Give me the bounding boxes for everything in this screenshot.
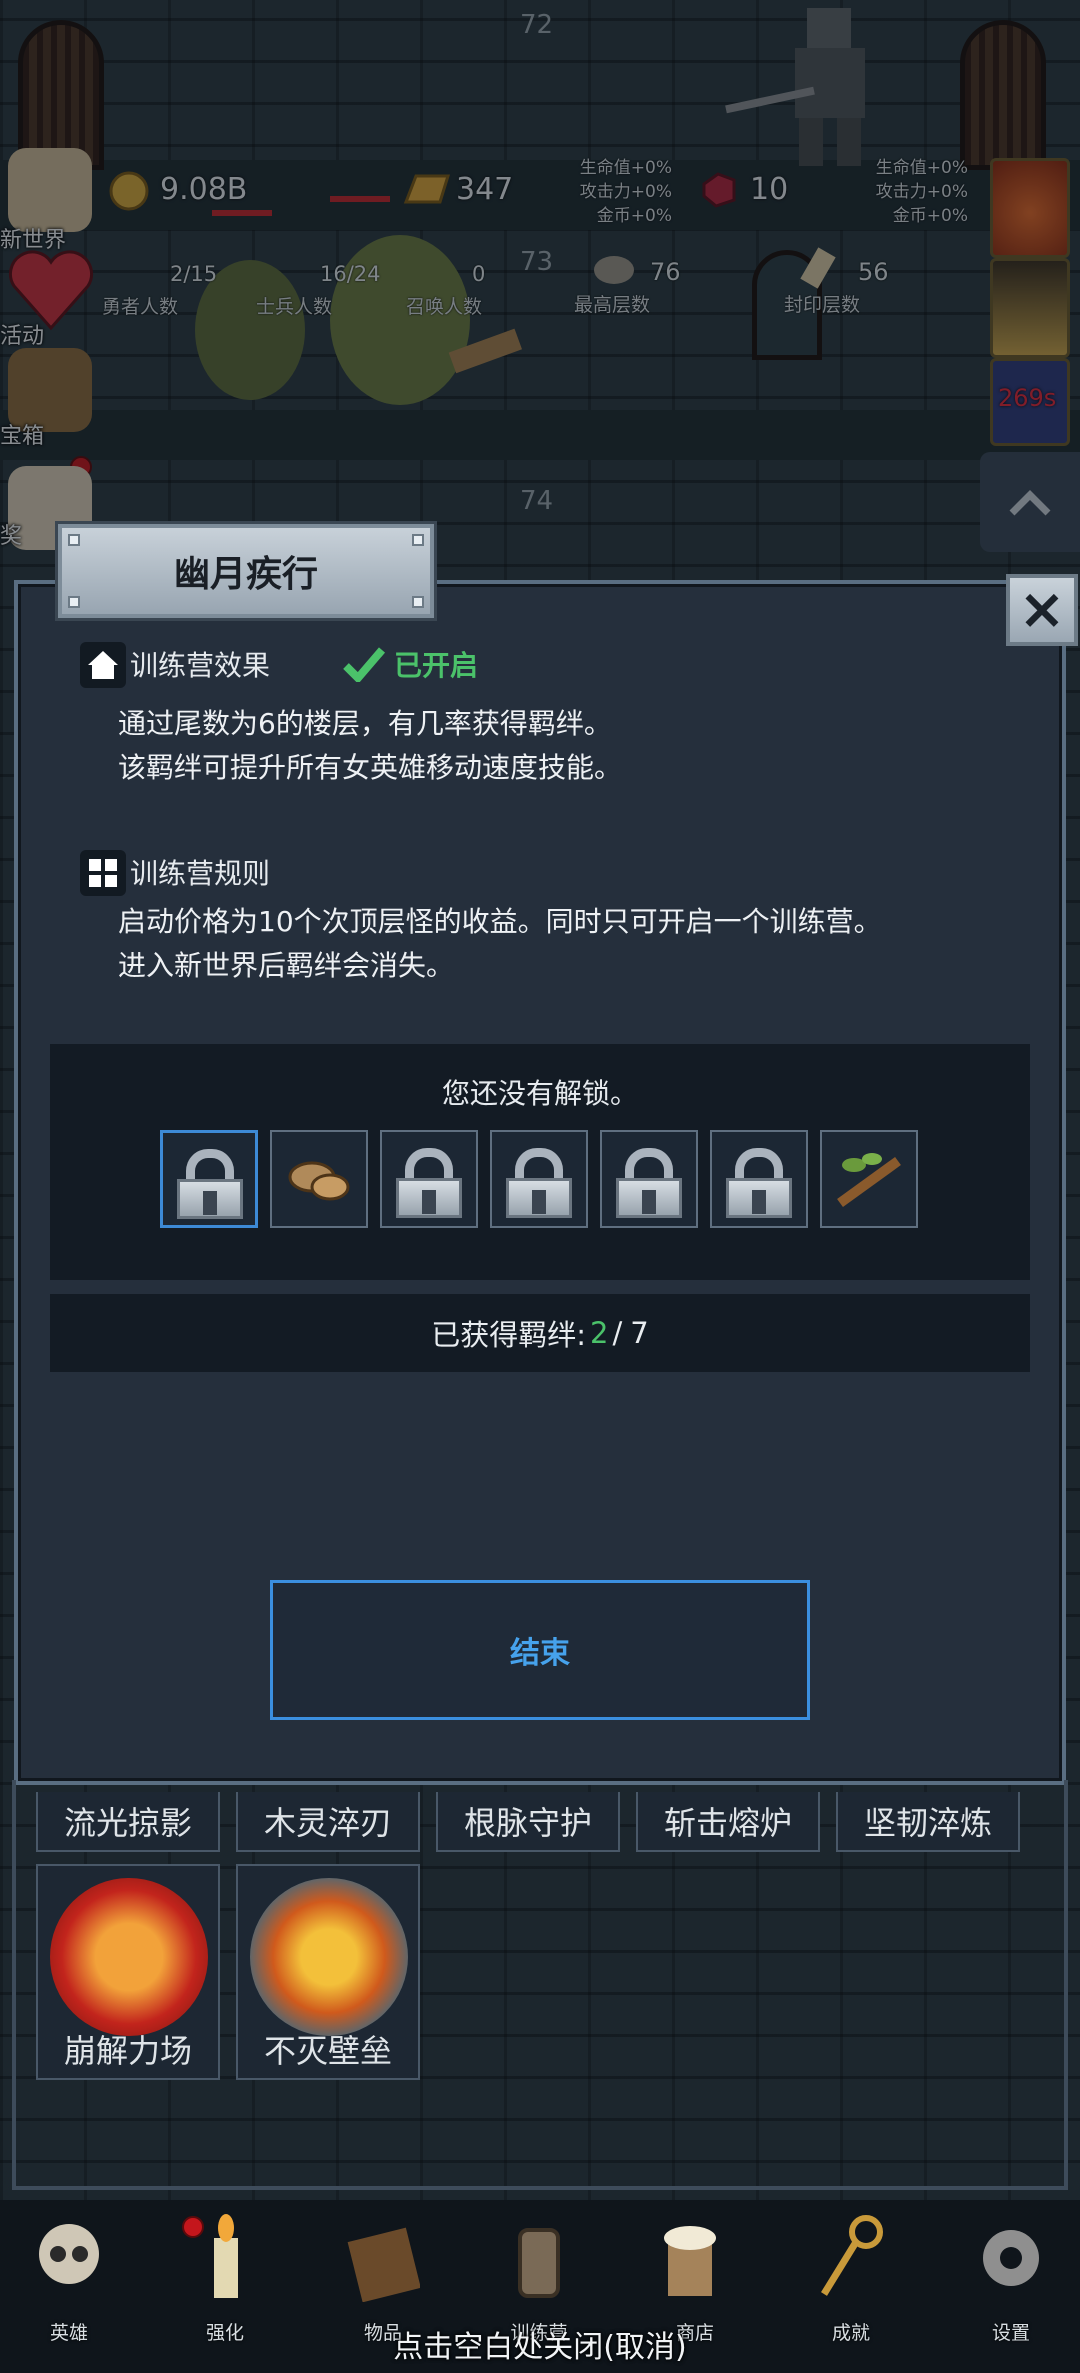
dialog-title: 幽月疾行 bbox=[173, 554, 318, 595]
mug-icon bbox=[664, 2226, 716, 2296]
lock-keyhole bbox=[752, 1190, 766, 1214]
bond-slot-branch[interactable] bbox=[820, 1130, 918, 1228]
checkmark-icon bbox=[343, 647, 386, 682]
bond-slot-locked[interactable] bbox=[380, 1130, 478, 1228]
nav-items[interactable]: 物品 bbox=[328, 2214, 438, 2344]
house-icon bbox=[80, 642, 126, 688]
skill-card-name: 崩解力场 bbox=[63, 2032, 192, 2070]
branch-icon bbox=[837, 1153, 901, 1208]
notification-badge bbox=[182, 2216, 204, 2238]
bond-slot-locked[interactable] bbox=[600, 1130, 698, 1228]
lock-keyhole bbox=[532, 1190, 546, 1214]
skill-item[interactable]: 木灵淬刃 bbox=[236, 1792, 420, 1852]
nav-achievement[interactable]: 成就 bbox=[796, 2214, 906, 2344]
skull-icon bbox=[39, 2224, 99, 2284]
bond-slots-panel: 您还没有解锁。 bbox=[50, 1044, 1030, 1280]
immortal-barrier-skill-icon bbox=[250, 1878, 408, 2036]
effect-line-2: 该羁绊可提升所有女英雄移动速度技能。 bbox=[118, 751, 623, 784]
skill-item[interactable]: 坚韧淬炼 bbox=[836, 1792, 1020, 1852]
bond-slot-locked[interactable] bbox=[160, 1130, 258, 1228]
effect-section-title: 训练营效果 bbox=[130, 649, 271, 682]
rules-line-1: 启动价格为10个次顶层怪的收益。同时只可开启一个训练营。 bbox=[118, 905, 882, 938]
skill-item[interactable]: 斩击熔炉 bbox=[636, 1792, 820, 1852]
mushroom-icon bbox=[288, 1161, 350, 1201]
lock-keyhole bbox=[422, 1190, 436, 1214]
bond-count-obtained: 2 bbox=[590, 1316, 609, 1350]
key-icon bbox=[821, 2215, 883, 2296]
book-icon bbox=[347, 2227, 420, 2302]
skill-card[interactable]: 不灭壁垒 bbox=[236, 1864, 420, 2080]
dialog-title-tab: 幽月疾行 bbox=[58, 524, 434, 618]
nav-upgrade[interactable]: 强化 bbox=[170, 2214, 280, 2344]
skill-item[interactable]: 根脉守护 bbox=[436, 1792, 620, 1852]
bond-count-label: 已获得羁绊: bbox=[431, 1318, 587, 1352]
close-button[interactable]: × bbox=[1006, 574, 1078, 646]
lock-keyhole bbox=[642, 1190, 656, 1214]
effect-status: 已开启 bbox=[394, 649, 479, 682]
nav-shop[interactable]: 商店 bbox=[640, 2214, 750, 2344]
bond-count-total: 7 bbox=[630, 1316, 649, 1350]
unlock-message: 您还没有解锁。 bbox=[441, 1077, 638, 1110]
bond-slot-locked[interactable] bbox=[710, 1130, 808, 1228]
grid-icon bbox=[80, 850, 126, 896]
lantern-icon bbox=[518, 2228, 560, 2298]
bond-count-bar: 已获得羁绊: 2 / 7 bbox=[50, 1294, 1030, 1372]
nav-training-camp[interactable]: 训练营 bbox=[484, 2214, 594, 2344]
skill-card[interactable]: 崩解力场 bbox=[36, 1864, 220, 2080]
bond-count-separator: / bbox=[612, 1316, 623, 1350]
close-hint[interactable]: 点击空白处关闭(取消) bbox=[0, 2322, 1080, 2366]
end-button[interactable]: 结束 bbox=[270, 1580, 810, 1720]
collapse-field-skill-icon bbox=[50, 1878, 208, 2036]
bond-slot-mushroom[interactable] bbox=[270, 1130, 368, 1228]
nav-hero[interactable]: 英雄 bbox=[14, 2214, 124, 2344]
gear-icon bbox=[983, 2230, 1039, 2286]
bond-slot-locked[interactable] bbox=[490, 1130, 588, 1228]
nav-settings[interactable]: 设置 bbox=[956, 2214, 1066, 2344]
rules-line-2: 进入新世界后羁绊会消失。 bbox=[118, 949, 455, 982]
skill-card-name: 不灭壁垒 bbox=[263, 2032, 392, 2070]
lock-keyhole bbox=[203, 1191, 217, 1215]
rules-section-title: 训练营规则 bbox=[130, 857, 271, 890]
close-icon: × bbox=[1018, 577, 1066, 642]
skill-item[interactable]: 流光掠影 bbox=[36, 1792, 220, 1852]
effect-line-1: 通过尾数为6的楼层，有几率获得羁绊。 bbox=[118, 707, 612, 740]
